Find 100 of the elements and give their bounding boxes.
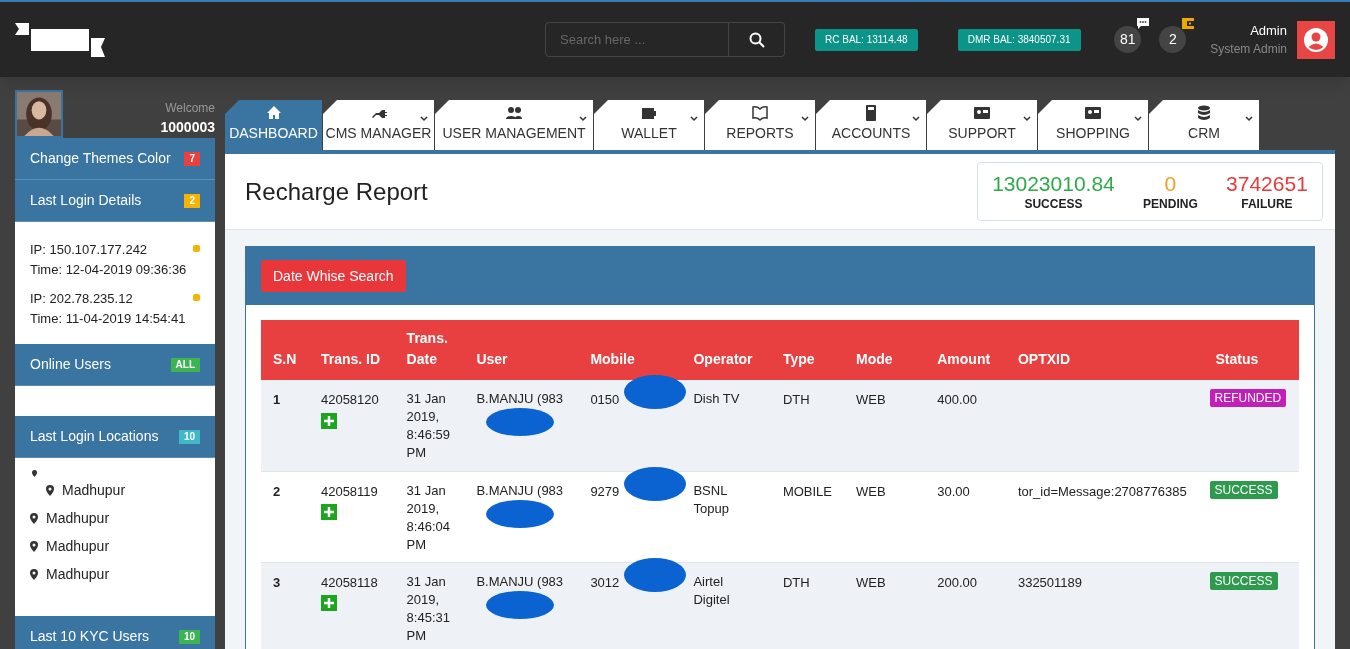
home-icon (265, 105, 282, 121)
caret-icon (1134, 116, 1142, 122)
date-search-button[interactable]: Date Whise Search (261, 260, 406, 292)
location-name: Madhupur (62, 480, 126, 500)
login-ip: IP: 150.107.177.242 (30, 241, 149, 259)
logo-icon (15, 22, 105, 57)
table-cell: 400.00 (925, 380, 1006, 471)
table-cell-text: 42058119 (320, 482, 379, 501)
stat-value: 0 (1164, 170, 1177, 197)
redaction-mark (486, 499, 555, 528)
nav-tab[interactable]: SHOPPING (1038, 100, 1148, 150)
table-cell-text: B.MANJU (983 (476, 390, 565, 408)
status-badge: REFUNDED (1209, 389, 1287, 407)
table-cell: 31 Jan 2019, 8:46:04 PM (394, 471, 465, 562)
location-name: Madhupur (46, 536, 110, 556)
redaction-mark (486, 408, 555, 436)
table-cell-text: B.MANJU (983 (476, 481, 565, 500)
location-name: Madhupur (46, 564, 110, 584)
table-cell: 9279 (590, 483, 620, 499)
column-header: Trans. ID (308, 320, 395, 380)
nav-tab[interactable]: DASHBOARD (225, 100, 322, 150)
table-cell: WEB (844, 471, 926, 562)
welcome-label: Welcome (164, 100, 215, 117)
caret-icon (579, 116, 587, 122)
location-name: Madhupur (46, 508, 110, 528)
user-avatar-icon[interactable] (1297, 20, 1335, 59)
table-cell: 332501189 (1005, 562, 1204, 649)
plus-icon[interactable] (320, 412, 337, 429)
count-badge: 7 (184, 151, 200, 166)
book-icon (752, 105, 768, 121)
chat-icon (1136, 17, 1151, 30)
balance-badge: DMR BAL: 3840507.31 (957, 28, 1081, 51)
database-icon (1196, 105, 1212, 121)
table-cell: DTH (770, 380, 844, 471)
card-icon (1085, 105, 1101, 121)
notification-count[interactable]: 81 (1114, 26, 1142, 53)
table-cell: 30.00 (925, 471, 1006, 562)
count-badge: 10 (178, 629, 200, 644)
map-pin-icon (46, 484, 54, 496)
search-button[interactable] (729, 22, 785, 57)
caret-icon (912, 116, 920, 122)
nav-tab[interactable]: CMS MANAGER (323, 100, 434, 150)
nav-tab[interactable]: ACCOUNTS (816, 100, 926, 150)
column-header: OPTXID (1005, 320, 1204, 380)
nav-tab[interactable]: SUPPORT (927, 100, 1037, 150)
caret-icon (1023, 116, 1031, 122)
nav-tab[interactable]: CRM (1149, 100, 1259, 150)
caret-icon (1245, 116, 1253, 122)
login-time: Time: 12-04-2019 09:36:36 (30, 260, 187, 279)
table-cell: 31 Jan 2019, 8:45:31 PM (394, 562, 465, 649)
search-field[interactable]: Search here ... (545, 22, 729, 57)
table-cell: MOBILE (770, 471, 844, 562)
table-cell: 200.00 (925, 562, 1006, 649)
login-time: Time: 11-04-2019 14:54:41 (30, 309, 186, 328)
map-pin-icon (30, 568, 38, 580)
section-title[interactable]: Online Users (30, 354, 111, 375)
table-cell: 3 (261, 562, 309, 649)
status-badge: SUCCESS (1209, 571, 1278, 590)
user-role: System Admin (1210, 41, 1287, 59)
table-cell-text: 42058118 (320, 573, 379, 592)
stat-label: SUCCESS (1024, 197, 1083, 213)
notification-count[interactable]: 2 (1159, 26, 1187, 53)
count-badge: 10 (178, 429, 200, 444)
balance-badge: RC BAL: 13114.48 (815, 28, 918, 51)
table-cell: 1 (261, 380, 309, 471)
nav-tab[interactable]: REPORTS (705, 100, 815, 150)
card-icon (974, 105, 990, 121)
nav-tab[interactable]: USER MANAGEMENT (435, 100, 593, 150)
count-badge: ALL (170, 357, 200, 372)
search-icon (748, 31, 765, 48)
section-title[interactable]: Last Login Details (30, 190, 142, 211)
table-cell: DTH (770, 562, 844, 649)
table-cell-text: 42058120 (320, 391, 380, 409)
table-cell: 31 Jan 2019, 8:46:59 PM (394, 380, 465, 471)
column-header: Amount (925, 320, 1006, 380)
table-cell: BSNL Topup (681, 471, 771, 562)
caret-icon (420, 116, 428, 122)
section-title[interactable]: Change Themes Color (30, 148, 171, 169)
stat-value: 3742651 (1226, 170, 1308, 197)
plus-icon[interactable] (320, 595, 337, 611)
map-pin-icon (30, 540, 38, 552)
table-cell: WEB (844, 562, 926, 649)
nav-tab[interactable]: WALLET (594, 100, 704, 150)
section-title[interactable]: Last 10 KYC Users (30, 626, 150, 647)
user-name: Admin (1249, 21, 1287, 40)
users-icon (506, 105, 522, 121)
redaction-mark (486, 590, 555, 619)
section-title[interactable]: Last Login Locations (30, 426, 159, 447)
column-header: Mobile (578, 320, 682, 380)
column-header: Operator (681, 320, 771, 380)
column-header: User (464, 320, 579, 380)
column-header: Mode (844, 320, 926, 380)
table-cell: 0150 (590, 392, 620, 407)
column-header: Trans. Date (394, 320, 465, 380)
table-cell: Airtel Digitel (681, 562, 771, 649)
plus-icon[interactable] (320, 504, 337, 520)
column-header: S.N (261, 320, 309, 380)
map-pin-icon (32, 470, 37, 477)
table-cell: Dish TV (681, 380, 771, 471)
redaction-mark (624, 372, 687, 412)
